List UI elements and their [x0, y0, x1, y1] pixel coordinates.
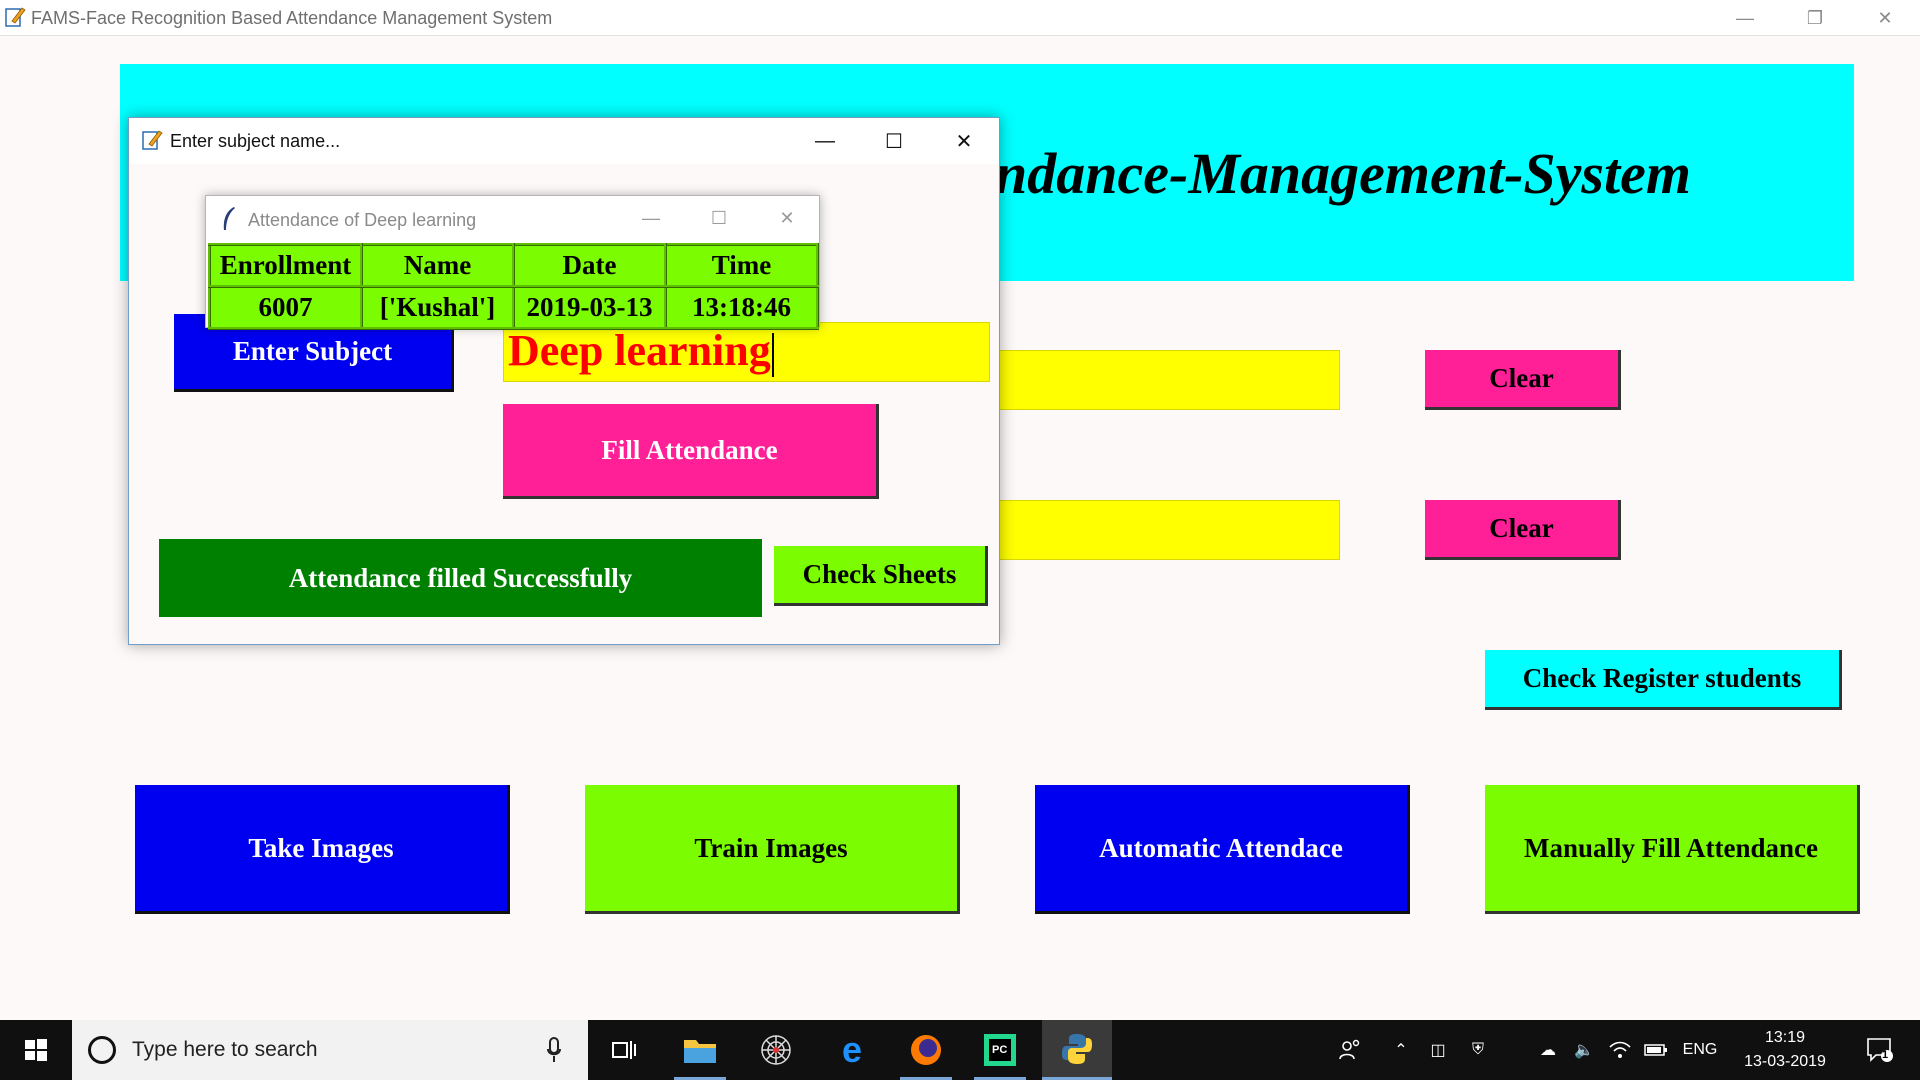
table-header-row: Enrollment Name Date Time — [208, 243, 819, 288]
web-spider-icon — [761, 1035, 791, 1065]
cortana-icon — [88, 1036, 116, 1064]
column-header: Date — [512, 243, 667, 288]
clock-time: 13:19 — [1764, 1029, 1806, 1046]
table-cell: ['Kushal'] — [360, 285, 515, 330]
notepad-pencil-icon — [5, 7, 26, 27]
start-button[interactable] — [0, 1020, 72, 1080]
manually-fill-attendance-button[interactable]: Manually Fill Attendance — [1485, 785, 1860, 914]
dialog-minimize-button[interactable]: — — [790, 118, 860, 164]
table-cell: 6007 — [208, 285, 363, 330]
table-row: 6007 ['Kushal'] 2019-03-13 13:18:46 — [208, 285, 819, 330]
table-cell: 2019-03-13 — [512, 285, 667, 330]
subject-input[interactable]: Deep learning — [503, 322, 990, 382]
attendance-table: Enrollment Name Date Time 6007 ['Kushal'… — [208, 243, 819, 330]
window-title: FAMS-Face Recognition Based Attendance M… — [31, 8, 553, 28]
windows-logo-icon — [25, 1039, 47, 1061]
check-register-students-button[interactable]: Check Register students — [1485, 650, 1842, 710]
language-indicator[interactable]: ENG — [1680, 1020, 1720, 1080]
taskbar-app-python[interactable] — [1042, 1020, 1112, 1080]
clear-button-1[interactable]: Clear — [1425, 350, 1621, 410]
dialog-maximize-button[interactable]: ☐ — [859, 118, 929, 164]
taskbar-app-web[interactable] — [742, 1020, 810, 1080]
attendance-popup: Attendance of Deep learning — ☐ ✕ Enroll… — [205, 195, 822, 330]
table-cell: 13:18:46 — [664, 285, 819, 330]
minimize-button[interactable]: — — [1710, 0, 1780, 36]
people-glyph-icon — [1339, 1039, 1360, 1060]
restore-button[interactable]: ❐ — [1780, 0, 1850, 36]
action-center-button[interactable]: 1 — [1855, 1020, 1905, 1080]
python-icon — [1062, 1033, 1092, 1064]
taskbar-app-file-explorer[interactable] — [666, 1020, 734, 1080]
taskbar-clock[interactable]: 13:19 13-03-2019 — [1725, 1026, 1845, 1074]
close-button[interactable]: ✕ — [1850, 0, 1920, 36]
taskbar-app-firefox[interactable] — [892, 1020, 960, 1080]
folder-icon — [684, 1040, 716, 1063]
column-header: Enrollment — [208, 243, 363, 288]
automatic-attendance-button[interactable]: Automatic Attendace — [1035, 785, 1410, 914]
main-title-bar: FAMS-Face Recognition Based Attendance M… — [0, 0, 1920, 36]
status-message: Attendance filled Successfully — [159, 539, 762, 617]
svg-text:PC: PC — [992, 1044, 1007, 1056]
onedrive-cloud-icon[interactable]: ☁ — [1530, 1020, 1566, 1080]
people-icon[interactable] — [1330, 1020, 1370, 1080]
feather-icon — [223, 207, 235, 230]
microphone-icon[interactable] — [546, 1036, 562, 1064]
taskbar: Type here to search e PC ⌃ ◫ ⛨ ☁ 🔈 ENG 1… — [0, 1020, 1920, 1080]
wifi-icon[interactable] — [1602, 1020, 1638, 1080]
wifi-glyph-icon — [1609, 1041, 1631, 1058]
banner-title: ndance-Management-System — [995, 141, 1691, 206]
taskbar-app-pycharm[interactable]: PC — [966, 1020, 1034, 1080]
dialog-close-button[interactable]: ✕ — [929, 118, 999, 164]
text-caret — [771, 332, 774, 377]
column-header: Name — [360, 243, 515, 288]
notification-icon — [1867, 1038, 1893, 1062]
notepad-pencil-icon — [142, 130, 163, 150]
dialog-title-bar: Enter subject name... — ☐ ✕ — [129, 118, 999, 164]
popup-minimize-button[interactable]: — — [616, 196, 686, 240]
popup-maximize-button[interactable]: ☐ — [684, 196, 754, 240]
battery-glyph-icon — [1644, 1044, 1667, 1056]
volume-icon[interactable]: 🔈 — [1566, 1020, 1602, 1080]
clear-button-2[interactable]: Clear — [1425, 500, 1621, 560]
task-view-button[interactable] — [594, 1020, 654, 1080]
dialog-title: Enter subject name... — [170, 131, 341, 151]
taskbar-search-box[interactable]: Type here to search — [72, 1020, 588, 1080]
security-shield-icon[interactable]: ⛨ — [1460, 1020, 1496, 1080]
show-hidden-icons-chevron-icon[interactable]: ⌃ — [1386, 1020, 1416, 1080]
notification-count-badge: 1 — [1882, 1049, 1889, 1061]
taskbar-app-edge[interactable]: e — [818, 1020, 886, 1080]
popup-title: Attendance of Deep learning — [248, 210, 477, 230]
pycharm-icon: PC — [984, 1034, 1016, 1066]
take-images-button[interactable]: Take Images — [135, 785, 510, 914]
column-header: Time — [664, 243, 819, 288]
firefox-icon — [911, 1035, 941, 1065]
enrollment-input[interactable] — [990, 350, 1340, 410]
popup-close-button[interactable]: ✕ — [752, 196, 822, 240]
keyboard-icon[interactable]: ◫ — [1420, 1020, 1456, 1080]
subject-input-value: Deep learning — [508, 326, 771, 375]
edge-icon: e — [841, 1029, 863, 1070]
battery-icon[interactable] — [1638, 1020, 1674, 1080]
check-sheets-button[interactable]: Check Sheets — [774, 546, 988, 606]
search-placeholder: Type here to search — [132, 1038, 318, 1061]
task-view-icon — [612, 1041, 636, 1059]
clock-date: 13-03-2019 — [1744, 1053, 1826, 1070]
fill-attendance-button[interactable]: Fill Attendance — [503, 404, 879, 499]
train-images-button[interactable]: Train Images — [585, 785, 960, 914]
name-input[interactable] — [990, 500, 1340, 560]
